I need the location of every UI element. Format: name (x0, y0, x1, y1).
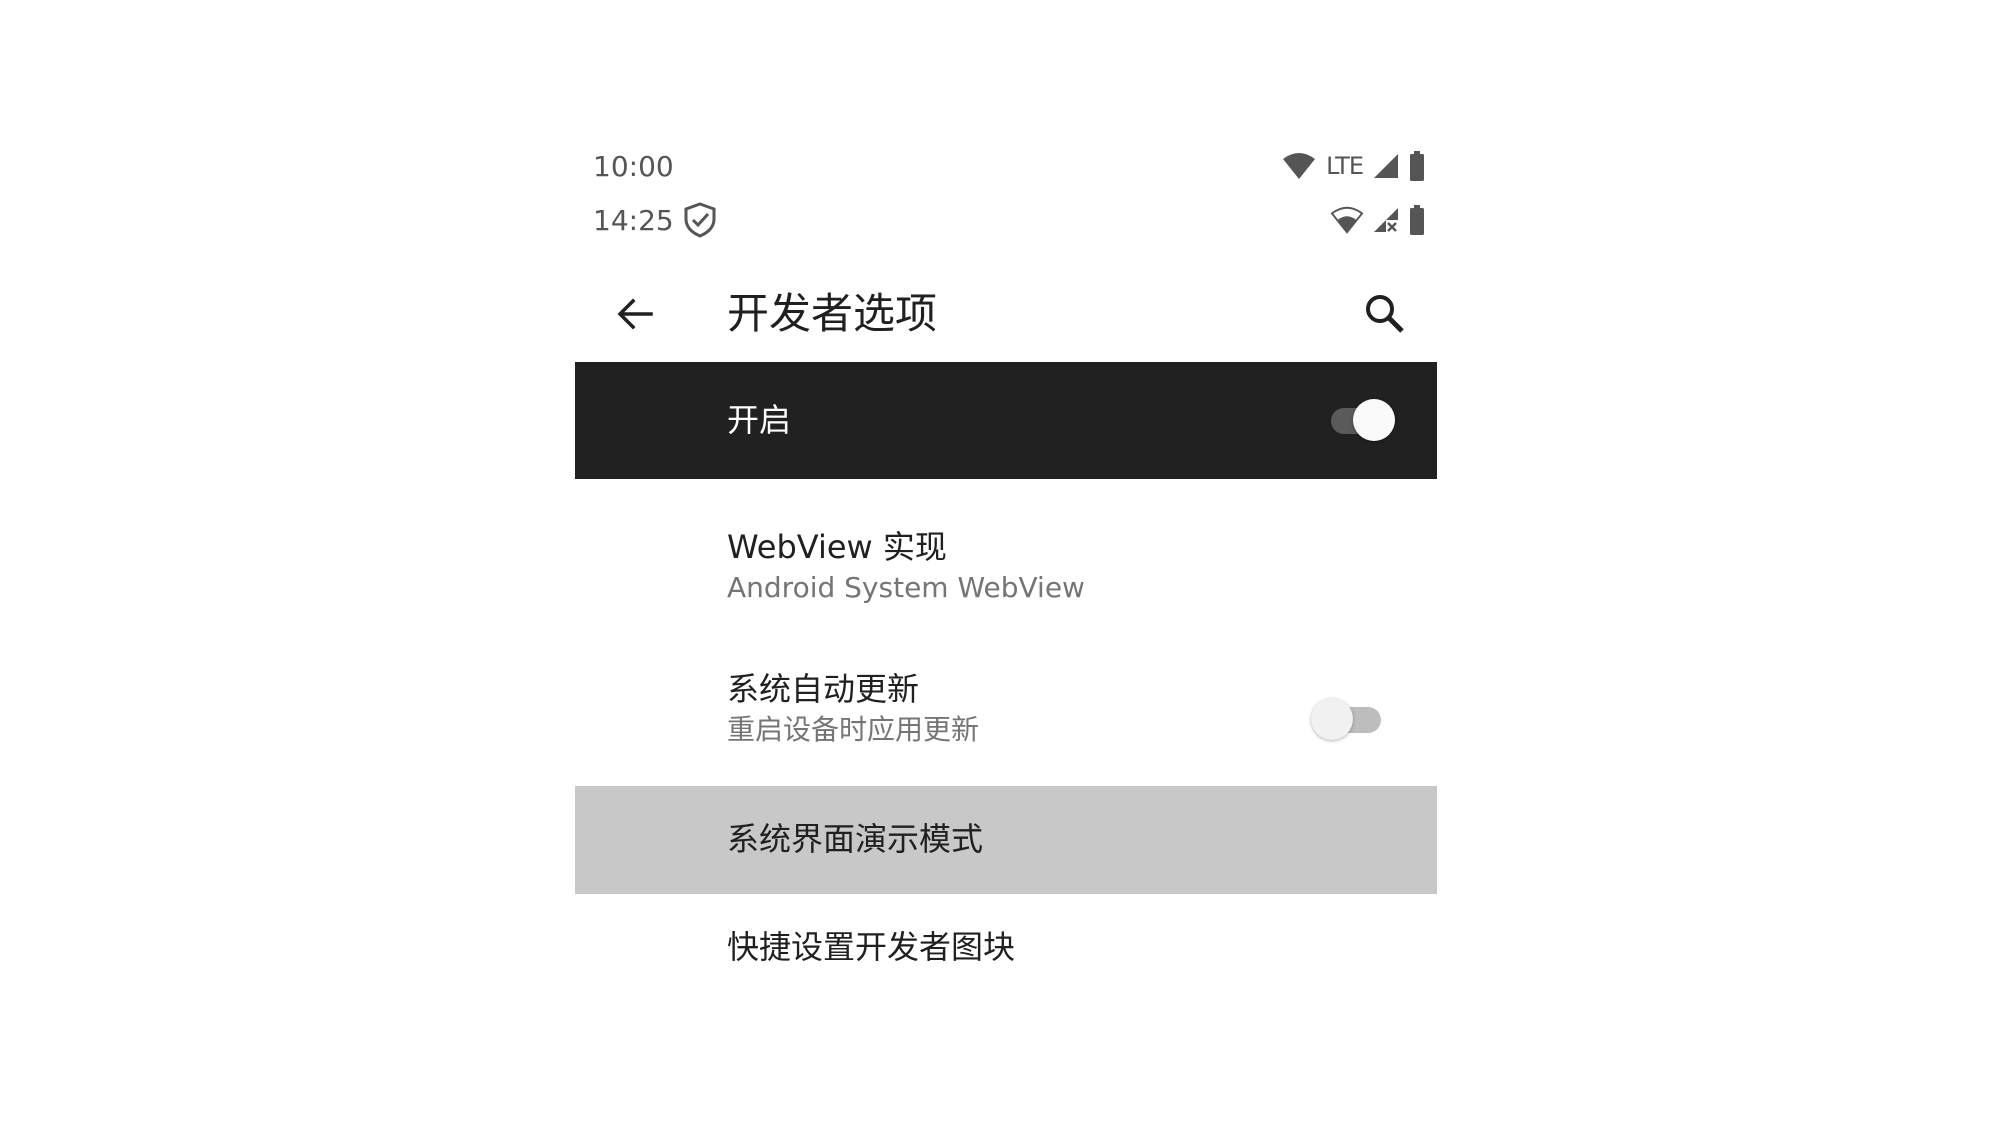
status-time: 10:00 (593, 150, 674, 183)
search-button[interactable] (1361, 290, 1409, 338)
pref-summary: 重启设备时应用更新 (727, 713, 980, 746)
status-icons-secondary (1331, 202, 1425, 238)
switch-thumb (1353, 399, 1395, 441)
auto-update-toggle-switch[interactable] (1311, 694, 1381, 744)
back-button[interactable] (613, 292, 657, 336)
pref-title: WebView 实现 (727, 528, 947, 566)
pref-auto-update[interactable]: 系统自动更新 重启设备时应用更新 (575, 630, 1437, 780)
search-icon (1366, 295, 1404, 333)
pref-title: 系统界面演示模式 (727, 820, 984, 858)
pref-summary: Android System WebView (727, 571, 1085, 604)
status-bar-secondary: 14:25 (575, 194, 1437, 244)
app-toolbar: 开发者选项 (575, 262, 1437, 362)
pref-title: 快捷设置开发者图块 (727, 928, 1016, 966)
phone-screen: 10:00 LTE 14:25 开发者选项 开启 WebView 实现 Andr… (575, 130, 1437, 1030)
lte-signal-icon (1374, 154, 1398, 178)
master-switch-label: 开启 (727, 401, 792, 439)
no-signal-icon (1374, 208, 1398, 232)
arrow-back-icon (617, 298, 653, 330)
master-toggle-switch[interactable] (1329, 395, 1399, 445)
pref-webview-implementation[interactable]: WebView 实现 Android System WebView (575, 490, 1437, 630)
battery-icon (1410, 151, 1424, 181)
wifi-icon (1331, 206, 1363, 234)
pref-quick-settings-tiles[interactable]: 快捷设置开发者图块 (575, 896, 1437, 1004)
shield-check-icon (684, 202, 716, 238)
status-bar: 10:00 LTE (575, 140, 1437, 190)
wifi-icon (1283, 153, 1316, 179)
network-type-label: LTE (1326, 152, 1364, 180)
status-time: 14:25 (593, 204, 674, 237)
pref-title: 系统自动更新 (727, 670, 920, 708)
switch-thumb (1311, 698, 1353, 740)
pref-system-ui-demo-mode[interactable]: 系统界面演示模式 (575, 786, 1437, 894)
page-title: 开发者选项 (727, 289, 938, 338)
battery-icon (1410, 205, 1424, 235)
master-switch-bar[interactable]: 开启 (575, 362, 1437, 479)
status-icons: LTE (1282, 148, 1425, 184)
